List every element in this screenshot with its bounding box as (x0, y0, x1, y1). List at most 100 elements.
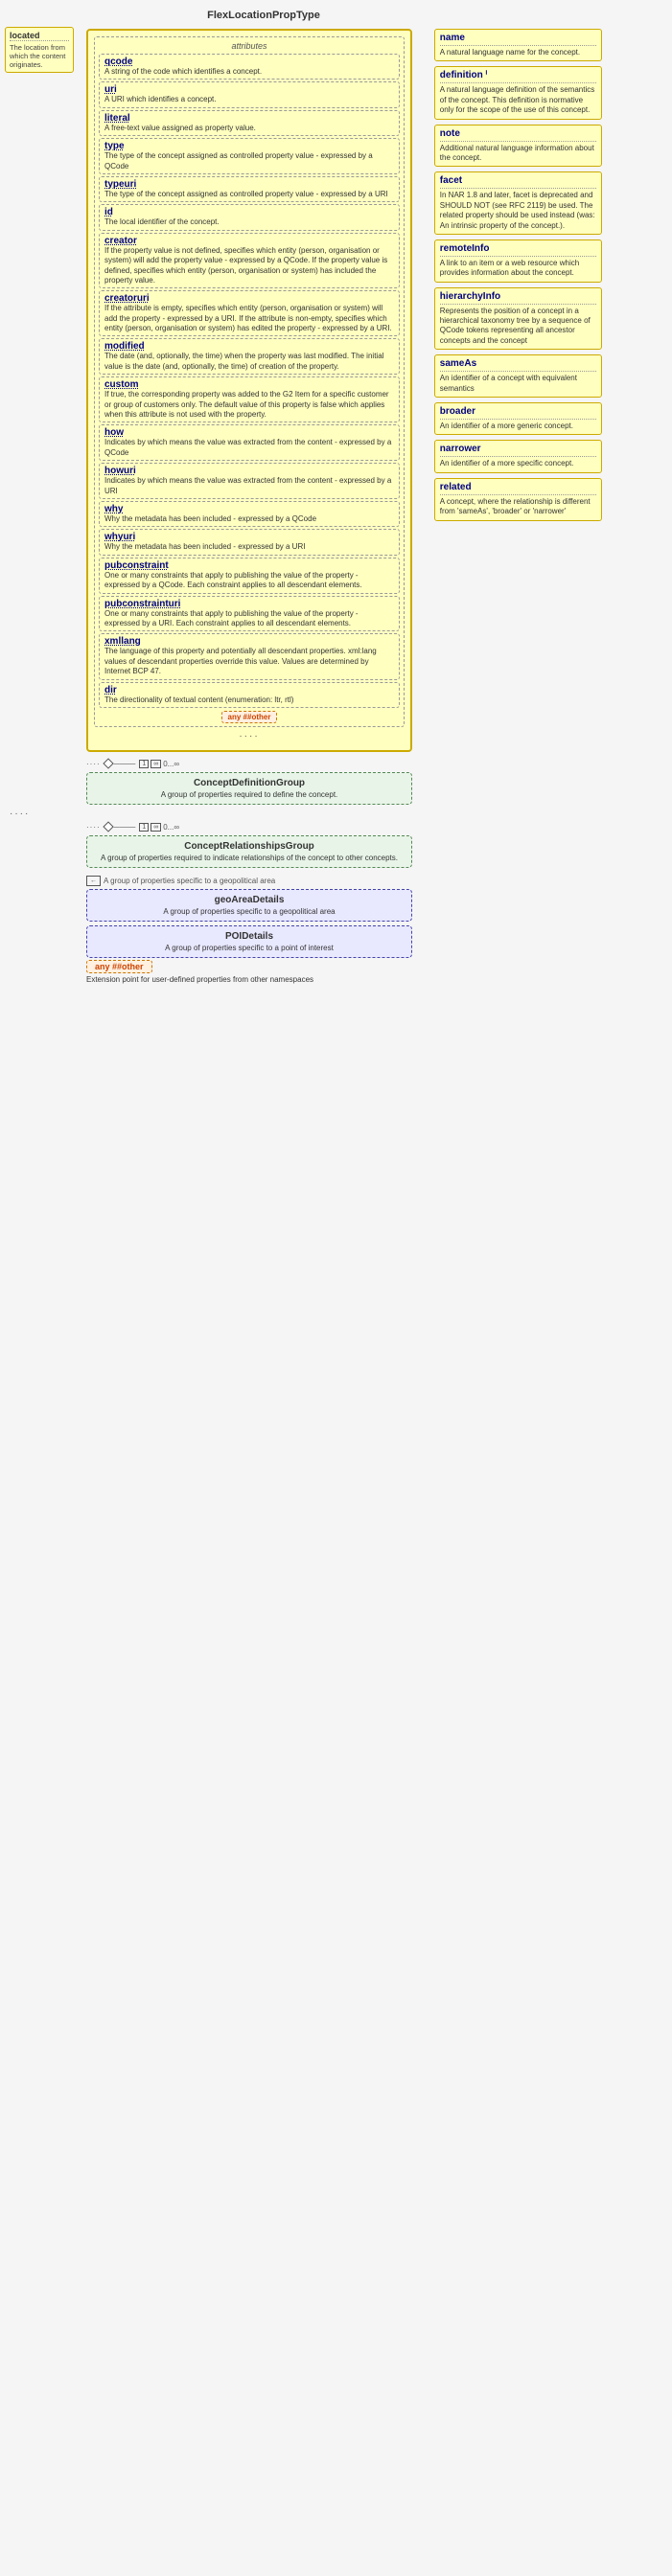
attr-name-literal: literal (104, 113, 394, 124)
attr-name-custom: custom (104, 379, 394, 390)
right-box-name-note: note (440, 128, 596, 142)
left-box-name: located (10, 31, 69, 41)
attr-name-uri: uri (104, 84, 394, 95)
right-box-name-hierarchyInfo: hierarchyInfo (440, 291, 596, 305)
attr-name-id: id (104, 207, 394, 217)
attr-name-creatoruri: creatoruri (104, 293, 394, 304)
right-box-desc-note: Additional natural language information … (440, 144, 596, 164)
attr-name-typeuri: typeuri (104, 179, 394, 190)
concept-relationships-group-box: ConceptRelationshipsGroup A group of pro… (86, 835, 412, 868)
attr-desc-how: Indicates by which means the value was e… (104, 438, 394, 458)
diagram-container: FlexLocationPropType attributes qcodeA s… (0, 0, 672, 1000)
right-box-desc-facet: In NAR 1.8 and later, facet is deprecate… (440, 191, 596, 231)
attr-item-howuri: howuriIndicates by which means the value… (99, 463, 400, 499)
attributes-group: attributes qcodeA string of the code whi… (94, 36, 405, 727)
attr-name-modified: modified (104, 341, 394, 352)
poi-title: POIDetails (92, 931, 406, 942)
attr-desc-pubconstrainturi: One or many constraints that apply to pu… (104, 609, 394, 629)
right-box-sameAs: sameAs An identifier of a concept with eq… (434, 354, 602, 398)
main-box: attributes qcodeA string of the code whi… (86, 29, 412, 752)
right-box-desc-narrower: An identifier of a more specific concept… (440, 459, 596, 468)
left-box: located The location from which the cont… (5, 27, 74, 73)
attr-desc-literal: A free-text value assigned as property v… (104, 124, 394, 133)
attr-desc-modified: The date (and, optionally, the time) whe… (104, 352, 394, 372)
attributes-list: qcodeA string of the code which identifi… (99, 54, 400, 708)
attr-desc-creatoruri: If the attribute is empty, specifies whi… (104, 304, 394, 333)
right-box-desc-remoteInfo: A link to an item or a web resource whic… (440, 259, 596, 279)
attr-name-how: how (104, 427, 394, 438)
attr-desc-qcode: A string of the code which identifies a … (104, 67, 394, 77)
attr-name-pubconstrainturi: pubconstrainturi (104, 599, 394, 609)
left-box-desc: The location from which the content orig… (10, 43, 69, 69)
right-box-facet: facetIn NAR 1.8 and later, facet is depr… (434, 171, 602, 235)
geo-area-title: geoAreaDetails (92, 895, 406, 905)
attr-desc-id: The local identifier of the concept. (104, 217, 394, 227)
any-other-bottom-area: any ##other (86, 962, 662, 972)
attr-name-pubconstraint: pubconstraint (104, 560, 394, 571)
right-box-name: name A natural language name for the conc… (434, 29, 602, 61)
attr-name-dir: dir (104, 685, 394, 695)
right-box-desc-definition: A natural language definition of the sem… (440, 85, 596, 115)
geo-area-details-area: ← A group of properties specific to a ge… (86, 876, 412, 922)
attr-name-whyuri: whyuri (104, 532, 394, 542)
right-column: name A natural language name for the conc… (434, 29, 602, 526)
right-box-name-sameAs: sameAs (440, 358, 596, 372)
right-box-name-narrower: narrower (440, 444, 596, 457)
right-box-related: related A concept, where the relationship… (434, 478, 602, 521)
attr-name-creator: creator (104, 236, 394, 246)
right-box-name-name: name (440, 33, 596, 46)
concept-relationships-group-area: ···· ──── 1 ∞ 0...∞ ConceptRelationships… (86, 823, 412, 868)
right-box-desc-hierarchyInfo: Represents the position of a concept in … (440, 307, 596, 347)
concept-definition-group-area: ···· ──── 1 ∞ 0...∞ ConceptDefinitionGro… (86, 760, 412, 805)
right-box-narrower: narrower An identifier of a more specific… (434, 440, 602, 472)
attr-item-why: whyWhy the metadata has been included - … (99, 501, 400, 527)
attr-item-dir: dirThe directionality of textual content… (99, 682, 400, 708)
attr-desc-uri: A URI which identifies a concept. (104, 95, 394, 104)
concept-def-title: ConceptDefinitionGroup (92, 778, 406, 788)
attr-item-how: howIndicates by which means the value wa… (99, 424, 400, 461)
any-other-attrs: any ##other (99, 712, 400, 722)
any-other-bottom-desc-area: Extension point for user-defined propert… (86, 974, 662, 985)
any-other-bottom-desc: Extension point for user-defined propert… (86, 975, 313, 984)
attr-desc-type: The type of the concept assigned as cont… (104, 151, 394, 171)
attr-item-pubconstrainturi: pubconstrainturiOne or many constraints … (99, 596, 400, 632)
attr-desc-xmllang: The language of this property and potent… (104, 647, 394, 676)
attr-desc-custom: If true, the corresponding property was … (104, 390, 394, 420)
attr-item-whyuri: whyuriWhy the metadata has been included… (99, 529, 400, 555)
right-box-desc-broader: An identifier of a more generic concept. (440, 422, 596, 431)
attr-desc-why: Why the metadata has been included - exp… (104, 514, 394, 524)
concept-definition-group-box: ConceptDefinitionGroup A group of proper… (86, 772, 412, 805)
right-box-desc-name: A natural language name for the concept. (440, 48, 596, 57)
right-boxes: name A natural language name for the conc… (434, 29, 602, 521)
attr-item-creatoruri: creatoruriIf the attribute is empty, spe… (99, 290, 400, 336)
attr-item-uri: uriA URI which identifies a concept. (99, 81, 400, 107)
attr-name-why: why (104, 504, 394, 514)
right-box-name-related: related (440, 482, 596, 495)
right-box-note: note Additional natural language informat… (434, 125, 602, 168)
right-box-name-remoteInfo: remoteInfo (440, 243, 596, 257)
diagram-title: FlexLocationPropType (86, 10, 441, 21)
geo-connector: ← A group of properties specific to a ge… (86, 876, 412, 886)
attr-item-xmllang: xmllangThe language of this property and… (99, 633, 400, 679)
attr-item-literal: literalA free-text value assigned as pro… (99, 110, 400, 136)
attr-item-modified: modifiedThe date (and, optionally, the t… (99, 338, 400, 375)
right-box-name-broader: broader (440, 406, 596, 420)
concept-def-connector: ···· ──── 1 ∞ 0...∞ (86, 760, 412, 768)
connector-middle: ···· (94, 731, 405, 741)
attr-item-creator: creatorIf the property value is not defi… (99, 233, 400, 289)
attr-item-typeuri: typeuriThe type of the concept assigned … (99, 176, 400, 202)
poi-details-box: POIDetails A group of properties specifi… (86, 925, 412, 958)
right-box-hierarchyInfo: hierarchyInfo Represents the position of … (434, 287, 602, 351)
attr-item-qcode: qcodeA string of the code which identifi… (99, 54, 400, 80)
poi-desc: A group of properties specific to a poin… (92, 944, 406, 952)
attr-item-custom: customIf true, the corresponding propert… (99, 376, 400, 422)
attr-name-howuri: howuri (104, 466, 394, 476)
right-box-desc-sameAs: An identifier of a concept with equivale… (440, 374, 596, 394)
attr-item-id: idThe local identifier of the concept. (99, 204, 400, 230)
right-box-remoteInfo: remoteInfo A link to an item or a web res… (434, 239, 602, 283)
right-box-desc-related: A concept, where the relationship is dif… (440, 497, 596, 517)
right-box-name-definition: definition ⁱ (440, 70, 596, 83)
attr-item-type: typeThe type of the concept assigned as … (99, 138, 400, 174)
attr-desc-dir: The directionality of textual content (e… (104, 695, 394, 705)
geo-area-details-box: geoAreaDetails A group of properties spe… (86, 889, 412, 922)
